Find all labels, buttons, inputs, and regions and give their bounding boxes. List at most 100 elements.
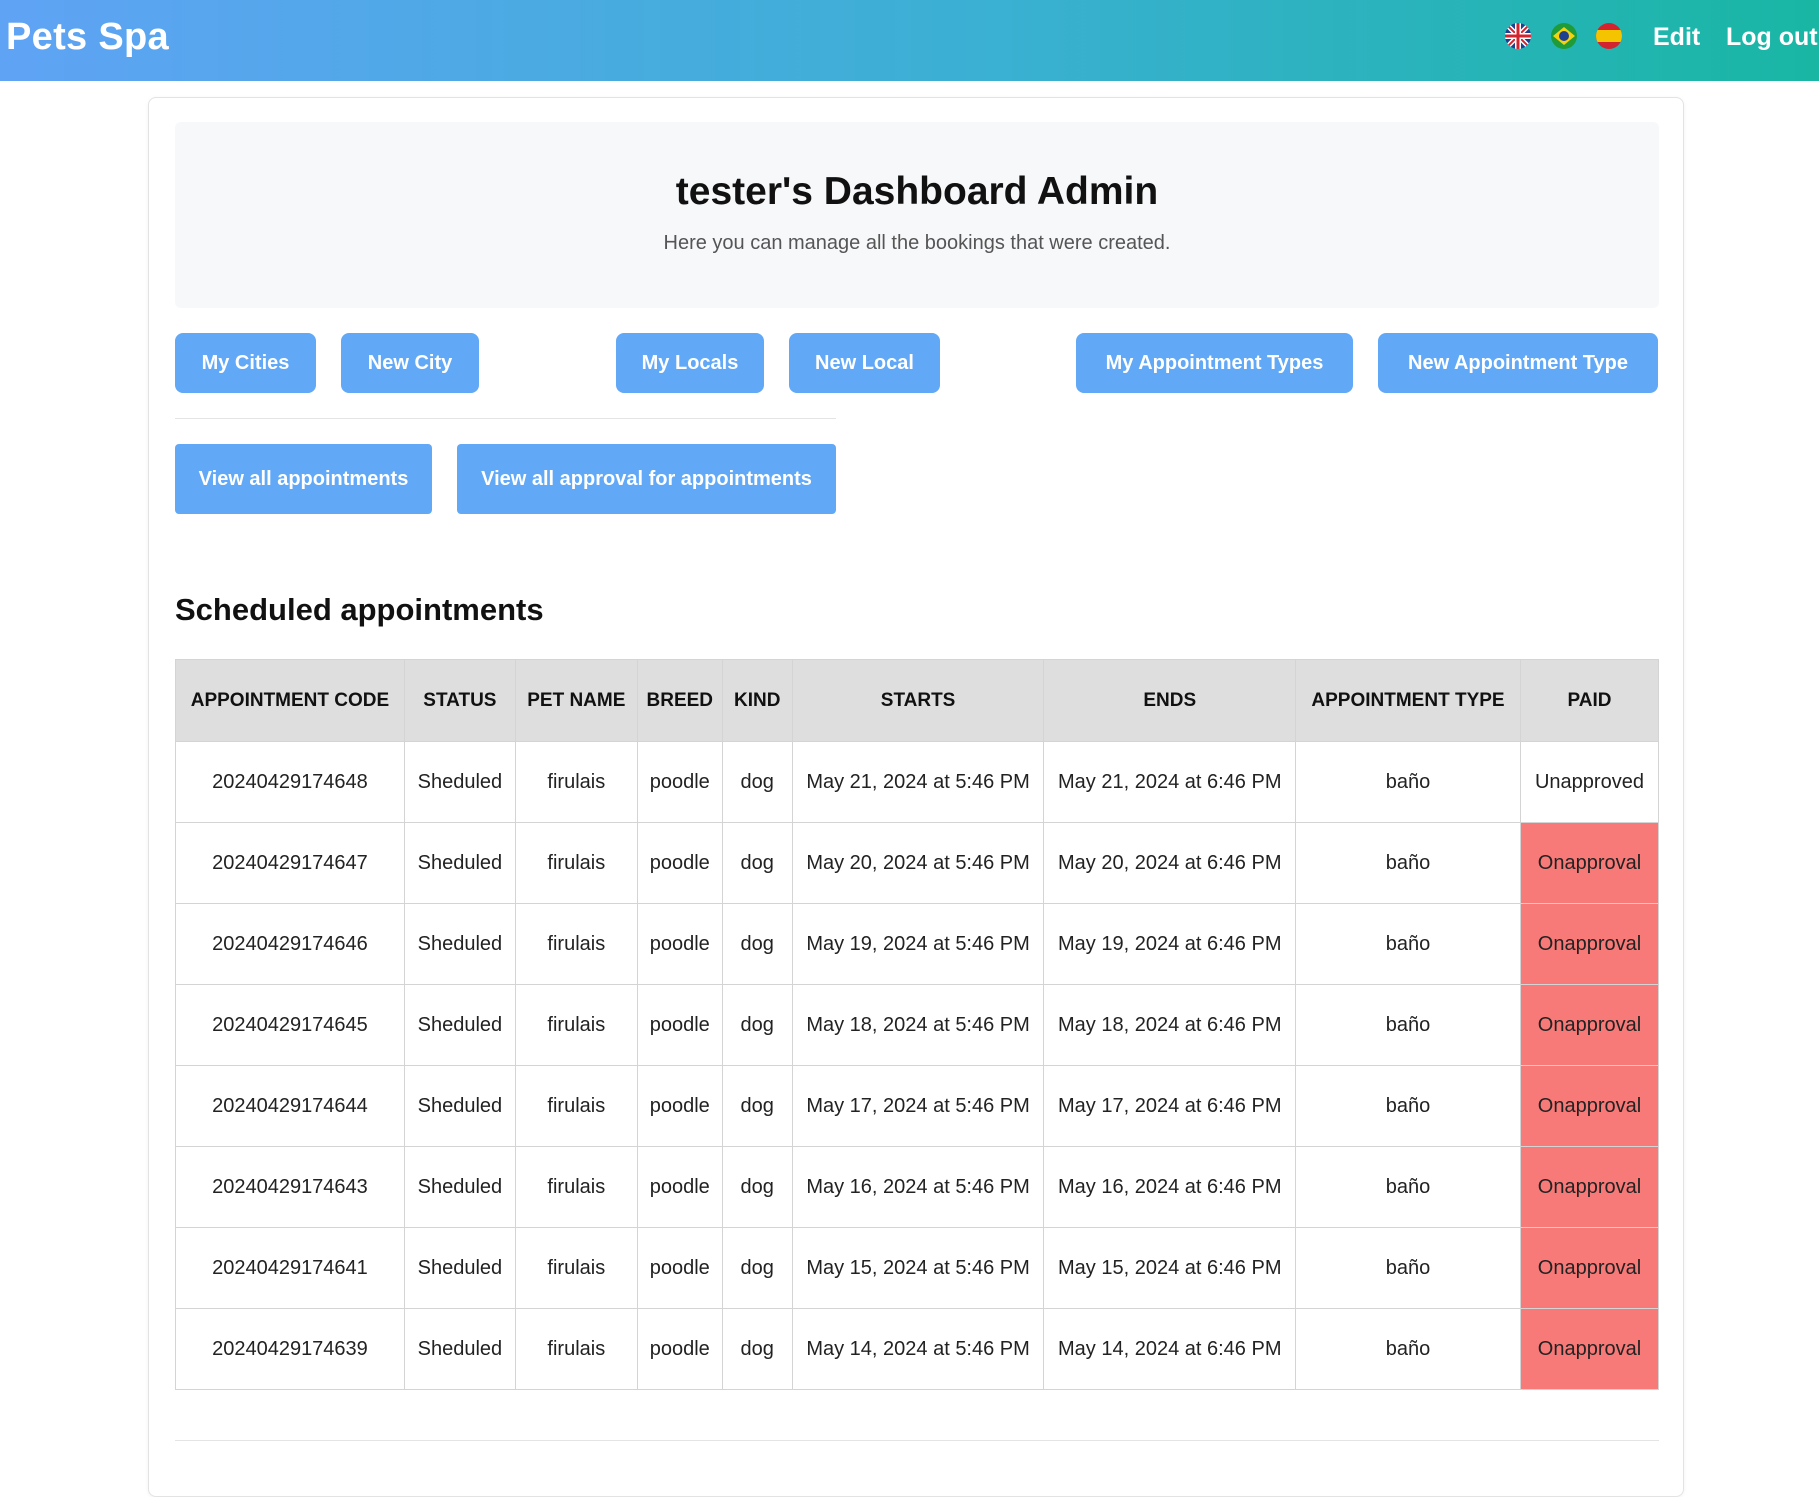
- cell-breed: poodle: [636, 1146, 723, 1228]
- cell-appointment-code: 20240429174639: [175, 1308, 405, 1390]
- section-title: Scheduled appointments: [175, 592, 544, 627]
- cell-status: Sheduled: [403, 903, 516, 985]
- divider: [175, 1440, 1659, 1441]
- cell-paid: Onapproval: [1519, 822, 1660, 904]
- cell-paid: Onapproval: [1519, 1227, 1660, 1309]
- page-title: tester's Dashboard Admin: [675, 170, 1159, 213]
- header-starts: STARTS: [791, 659, 1045, 742]
- cell-kind: dog: [721, 903, 793, 985]
- new-local-button[interactable]: New Local: [789, 333, 940, 393]
- cell-pet-name: firulais: [514, 903, 638, 985]
- cell-starts: May 14, 2024 at 5:46 PM: [791, 1308, 1045, 1390]
- cell-paid: Unapproved: [1519, 741, 1660, 823]
- cell-paid: Onapproval: [1519, 984, 1660, 1066]
- cell-kind: dog: [721, 741, 793, 823]
- cell-appointment-code: 20240429174645: [175, 984, 405, 1066]
- cell-starts: May 17, 2024 at 5:46 PM: [791, 1065, 1045, 1147]
- cell-status: Sheduled: [403, 1146, 516, 1228]
- header-ends: ENDS: [1043, 659, 1297, 742]
- header-paid: PAID: [1519, 659, 1660, 742]
- my-appointment-types-button[interactable]: My Appointment Types: [1076, 333, 1353, 393]
- cell-pet-name: firulais: [514, 984, 638, 1066]
- cell-appointment-type: baño: [1295, 1227, 1521, 1309]
- cell-kind: dog: [721, 1146, 793, 1228]
- cell-status: Sheduled: [403, 822, 516, 904]
- cell-ends: May 21, 2024 at 6:46 PM: [1043, 741, 1297, 823]
- cell-appointment-type: baño: [1295, 903, 1521, 985]
- cell-kind: dog: [721, 984, 793, 1066]
- cell-status: Sheduled: [403, 984, 516, 1066]
- cell-appointment-type: baño: [1295, 741, 1521, 823]
- cell-breed: poodle: [636, 1065, 723, 1147]
- appointments-table: APPOINTMENT CODE STATUS PET NAME BREED K…: [175, 659, 1660, 1390]
- cell-appointment-type: baño: [1295, 1065, 1521, 1147]
- cell-starts: May 15, 2024 at 5:46 PM: [791, 1227, 1045, 1309]
- view-all-approval-button[interactable]: View all approval for appointments: [457, 444, 836, 514]
- cell-starts: May 16, 2024 at 5:46 PM: [791, 1146, 1045, 1228]
- brand-logo[interactable]: Pets Spa: [6, 16, 169, 59]
- view-all-appointments-button[interactable]: View all appointments: [175, 444, 432, 514]
- my-locals-button[interactable]: My Locals: [616, 333, 764, 393]
- cell-ends: May 16, 2024 at 6:46 PM: [1043, 1146, 1297, 1228]
- cell-appointment-code: 20240429174644: [175, 1065, 405, 1147]
- cell-kind: dog: [721, 1227, 793, 1309]
- cell-starts: May 18, 2024 at 5:46 PM: [791, 984, 1045, 1066]
- cell-pet-name: firulais: [514, 822, 638, 904]
- cell-breed: poodle: [636, 1308, 723, 1390]
- cell-pet-name: firulais: [514, 1146, 638, 1228]
- table-row: 20240429174639 Sheduled firulais poodle dog M…: [175, 1308, 1660, 1390]
- new-appointment-type-button[interactable]: New Appointment Type: [1378, 333, 1658, 393]
- logout-link[interactable]: Log out: [1726, 23, 1818, 52]
- header-breed: BREED: [636, 659, 723, 742]
- cell-pet-name: firulais: [514, 741, 638, 823]
- cell-paid: Onapproval: [1519, 1308, 1660, 1390]
- cell-ends: May 15, 2024 at 6:46 PM: [1043, 1227, 1297, 1309]
- cell-paid: Onapproval: [1519, 1146, 1660, 1228]
- table-row: 20240429174641 Sheduled firulais poodle dog M…: [175, 1227, 1660, 1309]
- page-subtitle: Here you can manage all the bookings tha…: [663, 232, 1171, 254]
- cell-ends: May 19, 2024 at 6:46 PM: [1043, 903, 1297, 985]
- header-appointment-type: APPOINTMENT TYPE: [1295, 659, 1521, 742]
- cell-paid: Onapproval: [1519, 1065, 1660, 1147]
- spain-flag-icon[interactable]: [1596, 23, 1622, 49]
- cell-appointment-code: 20240429174647: [175, 822, 405, 904]
- cell-status: Sheduled: [403, 1065, 516, 1147]
- cell-ends: May 20, 2024 at 6:46 PM: [1043, 822, 1297, 904]
- header-kind: KIND: [721, 659, 793, 742]
- header-appointment-code: APPOINTMENT CODE: [175, 659, 405, 742]
- table-row: 20240429174643 Sheduled firulais poodle dog M…: [175, 1146, 1660, 1228]
- cell-status: Sheduled: [403, 1227, 516, 1309]
- table-header-row: APPOINTMENT CODE STATUS PET NAME BREED K…: [175, 659, 1660, 742]
- cell-appointment-code: 20240429174648: [175, 741, 405, 823]
- brazil-flag-icon[interactable]: [1551, 23, 1577, 49]
- cell-status: Sheduled: [403, 741, 516, 823]
- cell-ends: May 18, 2024 at 6:46 PM: [1043, 984, 1297, 1066]
- cell-kind: dog: [721, 1308, 793, 1390]
- my-cities-button[interactable]: My Cities: [175, 333, 316, 393]
- cell-starts: May 19, 2024 at 5:46 PM: [791, 903, 1045, 985]
- cell-pet-name: firulais: [514, 1065, 638, 1147]
- table-row: 20240429174645 Sheduled firulais poodle dog M…: [175, 984, 1660, 1066]
- cell-appointment-code: 20240429174643: [175, 1146, 405, 1228]
- cell-paid: Onapproval: [1519, 903, 1660, 985]
- cell-appointment-code: 20240429174646: [175, 903, 405, 985]
- navbar: Pets Spa Edit Log out: [0, 0, 1819, 81]
- cell-breed: poodle: [636, 822, 723, 904]
- uk-flag-icon[interactable]: [1505, 23, 1531, 49]
- cell-appointment-code: 20240429174641: [175, 1227, 405, 1309]
- table-row: 20240429174647 Sheduled firulais poodle dog M…: [175, 822, 1660, 904]
- cell-appointment-type: baño: [1295, 822, 1521, 904]
- cell-status: Sheduled: [403, 1308, 516, 1390]
- new-city-button[interactable]: New City: [341, 333, 479, 393]
- cell-pet-name: firulais: [514, 1308, 638, 1390]
- cell-ends: May 14, 2024 at 6:46 PM: [1043, 1308, 1297, 1390]
- edit-link[interactable]: Edit: [1653, 23, 1700, 52]
- cell-ends: May 17, 2024 at 6:46 PM: [1043, 1065, 1297, 1147]
- header-pet-name: PET NAME: [514, 659, 638, 742]
- cell-breed: poodle: [636, 1227, 723, 1309]
- cell-appointment-type: baño: [1295, 1146, 1521, 1228]
- divider: [175, 418, 836, 419]
- header-status: STATUS: [403, 659, 516, 742]
- table-row: 20240429174648 Sheduled firulais poodle dog M…: [175, 741, 1660, 823]
- cell-kind: dog: [721, 822, 793, 904]
